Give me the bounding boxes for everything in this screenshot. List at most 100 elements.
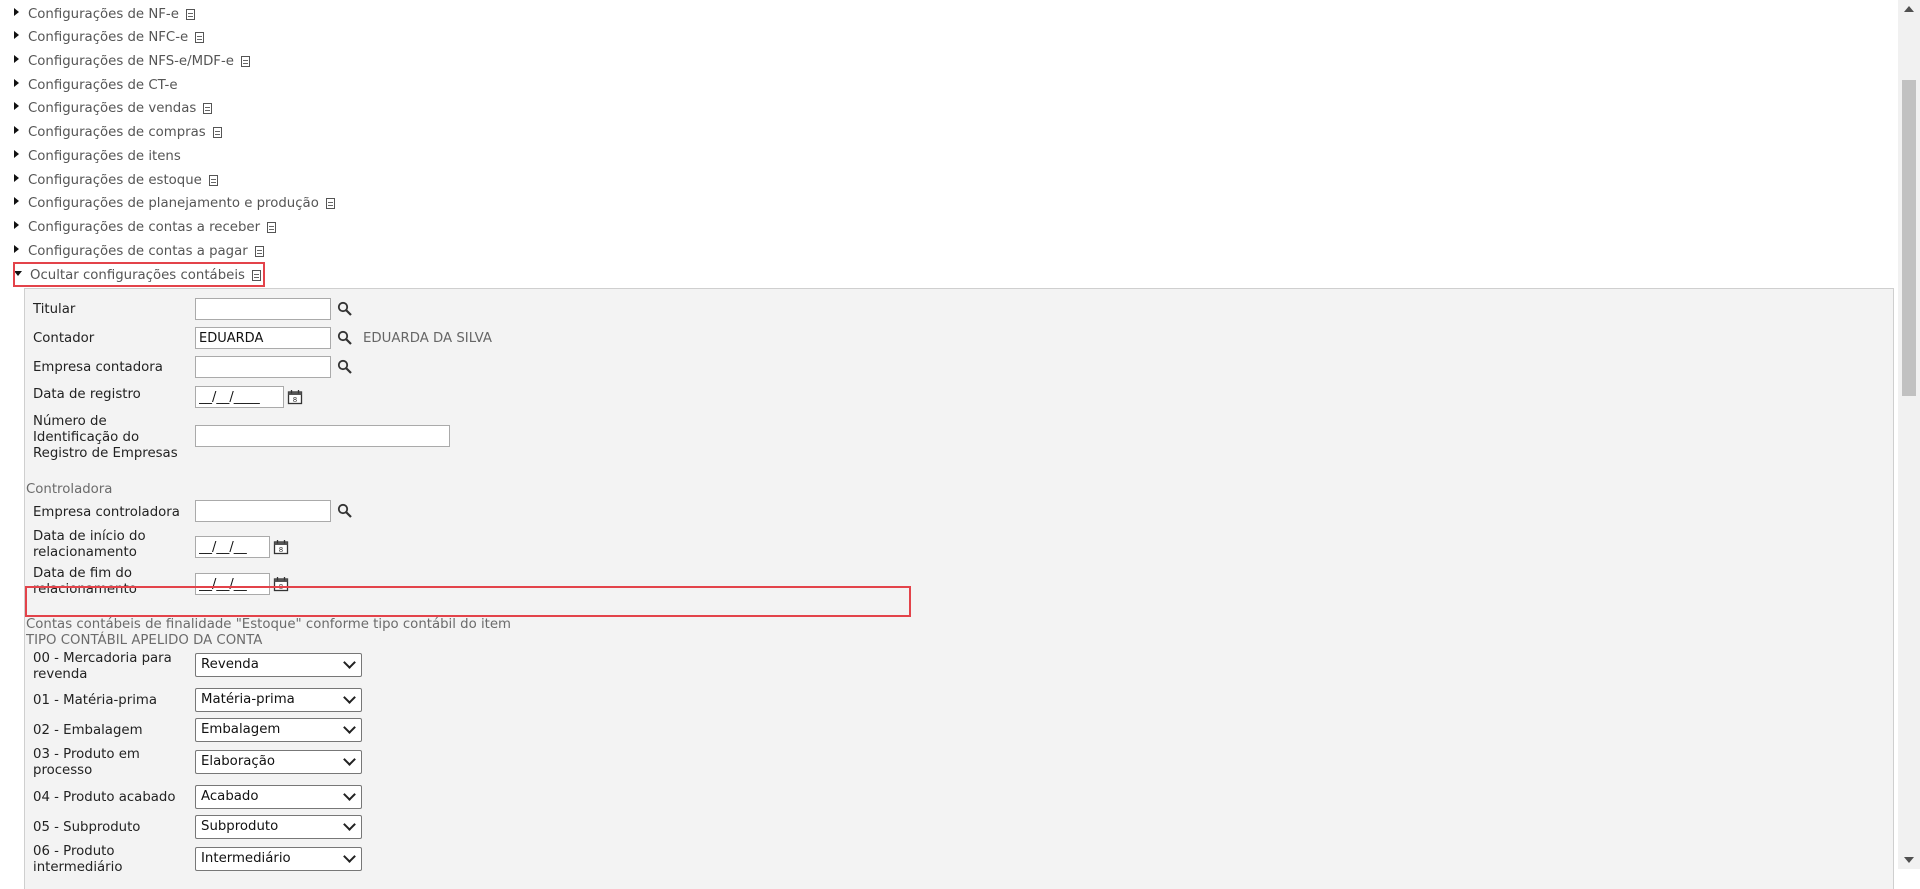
document-icon[interactable]: [267, 221, 277, 233]
document-icon[interactable]: [240, 55, 250, 67]
apelido-conta-select[interactable]: Embalagem: [195, 718, 362, 742]
expand-arrow-icon[interactable]: [14, 55, 19, 63]
tree-item-vendas[interactable]: Configurações de vendas: [14, 98, 213, 118]
nire-label-line: Identificação do: [33, 430, 140, 445]
tree-item-label[interactable]: Configurações de contas a pagar: [28, 244, 248, 259]
tree-item-contas-pagar[interactable]: Configurações de contas a pagar: [14, 241, 264, 261]
tree-item-contas-receber[interactable]: Configurações de contas a receber: [14, 217, 277, 237]
data-inicio-label: Data de início do relacionamento: [33, 529, 146, 561]
search-icon[interactable]: [337, 301, 353, 317]
calendar-icon[interactable]: 8: [287, 389, 303, 405]
tree-item-label[interactable]: Configurações de planejamento e produção: [28, 196, 319, 211]
tree-item-label[interactable]: Configurações de itens: [28, 149, 181, 164]
tree-item-label[interactable]: Configurações de compras: [28, 125, 206, 140]
select-value: Revenda: [201, 657, 259, 672]
tree-item-label[interactable]: Configurações de vendas: [28, 101, 196, 116]
tipo-contabil-label-line: 03 - Produto em: [33, 747, 140, 762]
expand-arrow-icon[interactable]: [14, 221, 19, 229]
select-value: Intermediário: [201, 851, 291, 866]
document-icon[interactable]: [325, 197, 335, 209]
tree-item-label[interactable]: Configurações de contas a receber: [28, 220, 260, 235]
select-value: Acabado: [201, 789, 259, 804]
tree-item-cte[interactable]: Configurações de CT-e: [14, 75, 178, 95]
estoque-section-title: Contas contábeis de finalidade "Estoque"…: [26, 617, 512, 632]
tipo-contabil-label: 05 - Subproduto: [33, 820, 141, 835]
data-registro-label: Data de registro: [33, 387, 141, 402]
chevron-down-icon: [343, 850, 356, 863]
titular-input[interactable]: [195, 298, 331, 320]
tree-item-nfce[interactable]: Configurações de NFC-e: [14, 27, 205, 47]
scroll-down-arrow-icon[interactable]: [1904, 857, 1914, 863]
nire-input[interactable]: [195, 425, 450, 447]
vertical-scrollbar[interactable]: [1898, 0, 1920, 869]
tree-item-nfe[interactable]: Configurações de NF-e: [14, 4, 195, 24]
document-icon[interactable]: [254, 245, 264, 257]
document-icon[interactable]: [185, 8, 195, 20]
tree-item-itens[interactable]: Configurações de itens: [14, 146, 181, 166]
expand-arrow-icon[interactable]: [14, 8, 19, 16]
chevron-down-icon: [343, 721, 356, 734]
empresa-contadora-input[interactable]: [195, 356, 331, 378]
expand-arrow-icon[interactable]: [14, 126, 19, 134]
tipo-contabil-label-line: 06 - Produto: [33, 844, 115, 859]
empresa-controladora-input[interactable]: [195, 500, 331, 522]
document-icon[interactable]: [212, 126, 222, 138]
tipo-contabil-label-line: revenda: [33, 667, 88, 682]
tree-item-compras[interactable]: Configurações de compras: [14, 122, 222, 142]
tree-item-label[interactable]: Configurações de NF-e: [28, 7, 179, 22]
expand-arrow-icon[interactable]: [14, 150, 19, 158]
expand-arrow-icon[interactable]: [14, 174, 19, 182]
apelido-conta-select[interactable]: Intermediário: [195, 847, 362, 871]
tipo-contabil-label-line: processo: [33, 763, 93, 778]
data-fim-label-line: Data de fim do: [33, 566, 132, 581]
search-icon[interactable]: [337, 359, 353, 375]
chevron-down-icon: [343, 656, 356, 669]
data-registro-input[interactable]: [195, 386, 284, 408]
select-value: Elaboração: [201, 754, 276, 769]
tree-item-estoque[interactable]: Configurações de estoque: [14, 170, 218, 190]
data-inicio-input[interactable]: [195, 536, 270, 558]
search-icon[interactable]: [337, 330, 353, 346]
tipo-contabil-label-line: 00 - Mercadoria para: [33, 651, 172, 666]
estoque-table-header: TIPO CONTÁBIL APELIDO DA CONTA: [26, 633, 263, 648]
svg-text:8: 8: [293, 396, 297, 404]
apelido-conta-select[interactable]: Subproduto: [195, 815, 362, 839]
highlight-box-contabeis: [13, 262, 265, 287]
tipo-contabil-label: 04 - Produto acabado: [33, 790, 176, 805]
tree-item-label[interactable]: Configurações de NFS-e/MDF-e: [28, 54, 234, 69]
tipo-contabil-label-line: intermediário: [33, 860, 123, 875]
tree-item-label[interactable]: Configurações de CT-e: [28, 78, 178, 93]
expand-arrow-icon[interactable]: [14, 197, 19, 205]
chevron-down-icon: [343, 788, 356, 801]
tipo-contabil-label: 06 - Produto intermediário: [33, 844, 122, 876]
calendar-icon[interactable]: 8: [273, 539, 289, 555]
tipo-contabil-label: 02 - Embalagem: [33, 723, 143, 738]
tree-item-nfse-mdfe[interactable]: Configurações de NFS-e/MDF-e: [14, 51, 250, 71]
tree-item-label[interactable]: Configurações de estoque: [28, 173, 202, 188]
tree-item-planejamento[interactable]: Configurações de planejamento e produção: [14, 193, 335, 213]
expand-arrow-icon[interactable]: [14, 79, 19, 87]
apelido-conta-select[interactable]: Acabado: [195, 785, 362, 809]
tipo-contabil-label: 03 - Produto em processo: [33, 747, 140, 779]
svg-text:8: 8: [279, 546, 283, 554]
search-icon[interactable]: [337, 503, 353, 519]
scroll-up-arrow-icon[interactable]: [1904, 6, 1914, 12]
tree-item-label[interactable]: Configurações de NFC-e: [28, 30, 188, 45]
controladora-section-title: Controladora: [26, 482, 113, 497]
document-icon[interactable]: [195, 31, 205, 43]
contador-input[interactable]: [195, 327, 331, 349]
scrollbar-thumb[interactable]: [1902, 80, 1916, 396]
expand-arrow-icon[interactable]: [14, 102, 19, 110]
chevron-down-icon: [343, 691, 356, 704]
apelido-conta-select[interactable]: Revenda: [195, 653, 362, 677]
tipo-contabil-label: 01 - Matéria-prima: [33, 693, 157, 708]
chevron-down-icon: [343, 753, 356, 766]
data-inicio-label-line: Data de início do: [33, 529, 146, 544]
document-icon[interactable]: [203, 102, 213, 114]
nire-label-line: Registro de Empresas: [33, 446, 178, 461]
expand-arrow-icon[interactable]: [14, 245, 19, 253]
document-icon[interactable]: [208, 174, 218, 186]
expand-arrow-icon[interactable]: [14, 31, 19, 39]
apelido-conta-select[interactable]: Matéria-prima: [195, 688, 362, 712]
apelido-conta-select[interactable]: Elaboração: [195, 750, 362, 774]
